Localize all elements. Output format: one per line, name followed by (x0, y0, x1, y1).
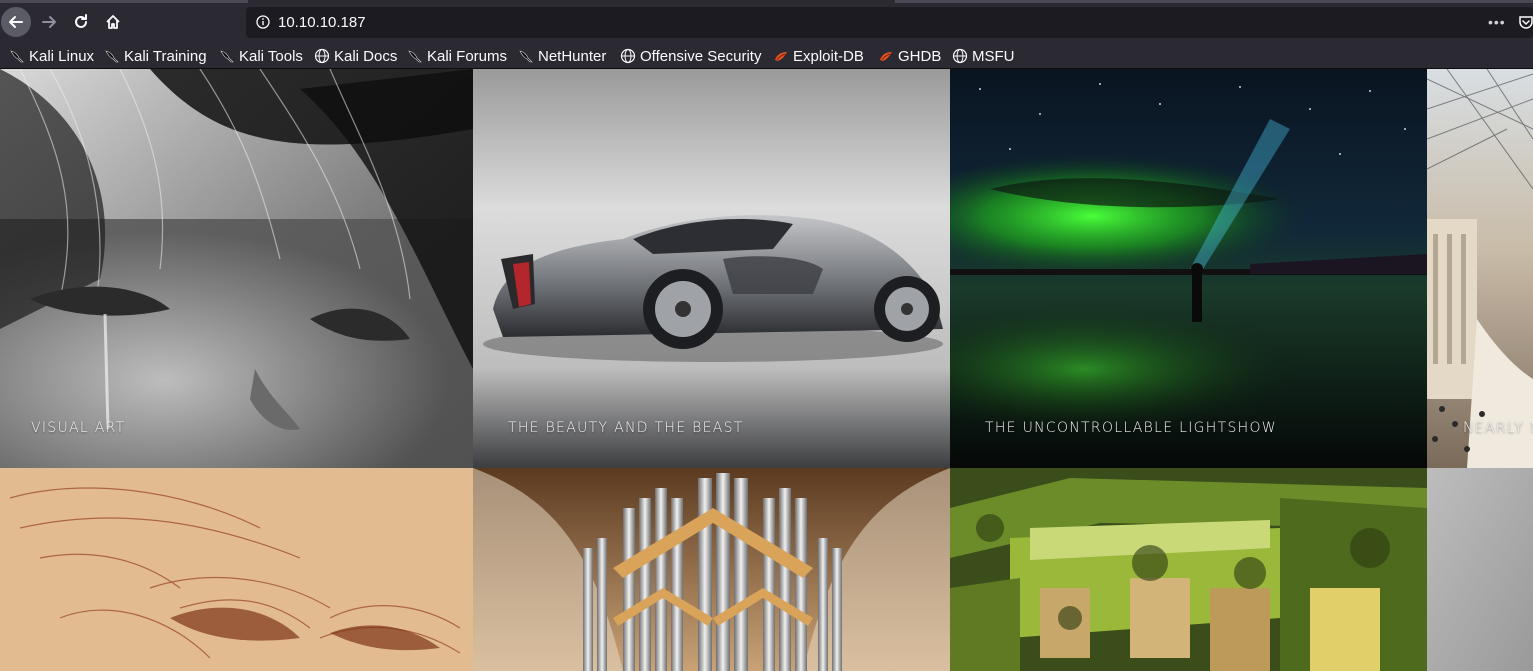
exploit-db-icon (773, 48, 793, 64)
tile-caption[interactable]: THE UNCONTROLLABLE LIGHTSHOW (985, 420, 1277, 436)
gallery-tile-visual-art[interactable]: VISUAL ART (0, 69, 473, 468)
grey-texture-image (1427, 468, 1533, 671)
tile-caption[interactable]: NEARLY M (1463, 420, 1533, 436)
tab-strip-edge (895, 0, 1533, 3)
address-bar[interactable]: 10.10.10.187 ••• (246, 7, 1533, 38)
gallery-tile-green-building[interactable] (950, 468, 1427, 671)
reload-icon (75, 14, 87, 28)
forward-button[interactable] (34, 7, 64, 37)
home-button[interactable] (98, 7, 128, 37)
bookmark-ghdb[interactable]: GHDB (878, 46, 941, 66)
bookmarks-toolbar: Kali Linux Kali Training Kali Tools Kali Do… (0, 44, 1533, 69)
bookmark-label: Kali Linux (29, 47, 95, 65)
bookmark-kali-docs[interactable]: Kali Docs (314, 46, 397, 66)
bookmark-kali-forums[interactable]: Kali Forums (407, 46, 507, 66)
bookmark-label: NetHunter (538, 47, 607, 65)
tile-caption[interactable]: VISUAL ART (31, 420, 126, 436)
weeping-face-image (0, 69, 473, 468)
pocket-icon[interactable] (1518, 14, 1533, 30)
bookmark-kali-linux[interactable]: Kali Linux (9, 46, 94, 66)
bookmark-exploit-db[interactable]: Exploit-DB (773, 46, 864, 66)
bookmark-offensive-security[interactable]: Offensive Security (620, 46, 761, 66)
arrow-left-icon (9, 16, 23, 28)
browser-toolbar: 10.10.10.187 ••• (0, 0, 1533, 44)
bookmark-kali-training[interactable]: Kali Training (104, 46, 207, 66)
gallery-tile-nearly-m[interactable]: NEARLY M (1427, 69, 1533, 468)
bookmark-msfu[interactable]: MSFU (952, 46, 1015, 66)
globe-icon (620, 48, 640, 64)
page-actions-menu[interactable]: ••• (1488, 14, 1506, 30)
overgrown-building-image (950, 468, 1427, 671)
kali-dragon-icon (104, 48, 124, 64)
bookmark-label: Offensive Security (640, 47, 762, 65)
tab-strip-edge (0, 0, 248, 3)
exploit-db-icon (878, 48, 898, 64)
gallery-tile-lightshow[interactable]: THE UNCONTROLLABLE LIGHTSHOW (950, 69, 1427, 468)
bookmark-label: GHDB (898, 47, 942, 65)
gallery-tile-grey[interactable] (1427, 468, 1533, 671)
info-icon[interactable] (256, 15, 270, 29)
bookmark-label: Kali Training (124, 47, 207, 65)
bookmark-label: MSFU (972, 47, 1015, 65)
back-button[interactable] (1, 7, 31, 37)
kali-dragon-icon (9, 48, 29, 64)
kali-dragon-icon (407, 48, 427, 64)
gallery-tile-sketch[interactable] (0, 468, 473, 671)
bookmark-label: Exploit-DB (793, 47, 864, 65)
arrow-right-icon (42, 16, 56, 28)
museum-atrium-image (1427, 69, 1533, 468)
bookmark-label: Kali Tools (239, 47, 303, 65)
bookmark-kali-tools[interactable]: Kali Tools (219, 46, 303, 66)
kali-dragon-icon (518, 48, 538, 64)
gallery-tile-organ[interactable] (473, 468, 950, 671)
bookmark-label: Kali Forums (427, 47, 508, 65)
pipe-organ-image (473, 468, 950, 671)
sports-car-image (473, 69, 950, 468)
red-chalk-sketch-image (0, 468, 473, 671)
reload-button[interactable] (66, 7, 96, 37)
tile-caption[interactable]: THE BEAUTY AND THE BEAST (508, 420, 744, 436)
home-icon (106, 15, 120, 29)
kali-dragon-icon (219, 48, 239, 64)
url-text[interactable]: 10.10.10.187 (278, 14, 366, 31)
gallery-tile-beauty-and-beast[interactable]: THE BEAUTY AND THE BEAST (473, 69, 950, 468)
bookmark-label: Kali Docs (334, 47, 398, 65)
globe-icon (314, 48, 334, 64)
aurora-night-sky-image (950, 69, 1427, 468)
globe-icon (952, 48, 972, 64)
gallery-page: VISUAL ART THE BEAUTY AND THE BEAST THE … (0, 69, 1533, 671)
bookmark-nethunter[interactable]: NetHunter (518, 46, 606, 66)
